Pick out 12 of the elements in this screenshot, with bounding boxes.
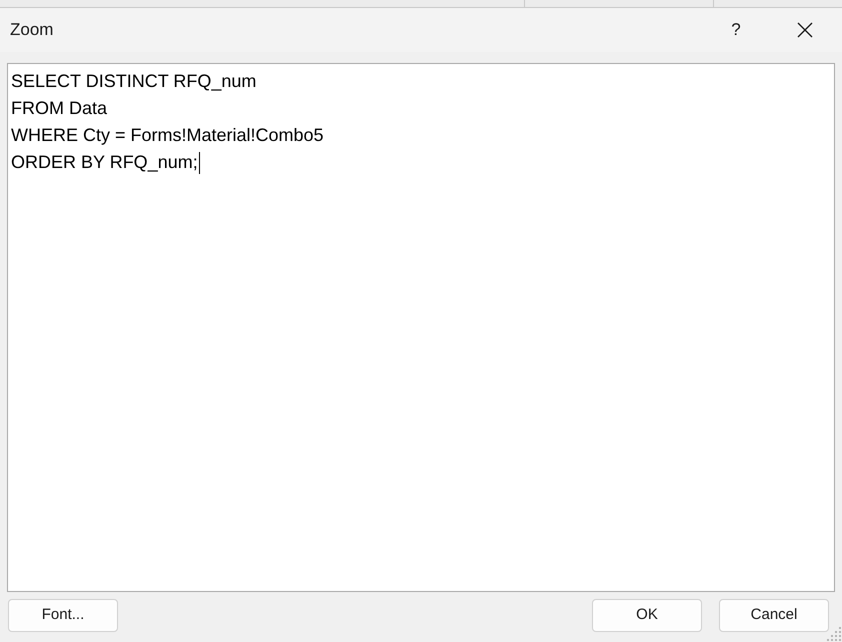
help-button[interactable]: ? <box>713 8 759 52</box>
font-button[interactable]: Font... <box>8 599 118 632</box>
query-line: FROM Data <box>11 97 108 120</box>
close-icon <box>797 22 813 38</box>
cancel-button[interactable]: Cancel <box>719 599 829 632</box>
query-line: ORDER BY RFQ_num; <box>11 151 198 174</box>
query-text-field[interactable]: SELECT DISTINCT RFQ_num FROM Data WHERE Cty = Forms!Material!Combo5 ORDER BY RFQ_num; <box>7 63 835 592</box>
window-title: Zoom <box>10 19 54 42</box>
query-line: SELECT DISTINCT RFQ_num <box>11 70 256 93</box>
query-line: WHERE Cty = Forms!Material!Combo5 <box>11 124 324 147</box>
ok-button[interactable]: OK <box>592 599 702 632</box>
resize-grip-icon[interactable] <box>827 627 841 641</box>
